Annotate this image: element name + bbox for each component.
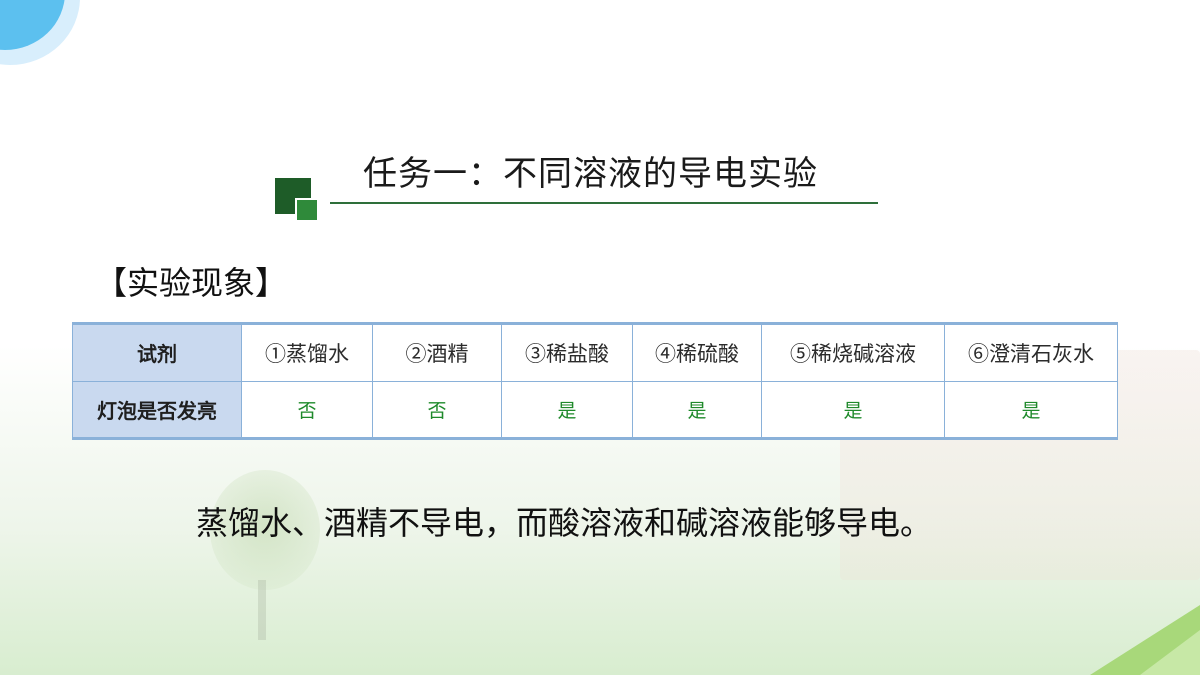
row-header-bulb-lit: 灯泡是否发亮 [72, 380, 242, 439]
title-block: 任务一：不同溶液的导电实验 [275, 140, 885, 230]
slide-title: 任务一：不同溶液的导电实验 [363, 154, 818, 194]
corner-decoration-bottom-right-light [1140, 630, 1200, 675]
reagent-cell: ②酒精 [372, 323, 502, 382]
result-cell: 是 [944, 380, 1118, 439]
reagent-cell: ④稀硫酸 [632, 323, 762, 382]
conclusion-text: 蒸馏水、酒精不导电，而酸溶液和碱溶液能够导电。 [196, 504, 933, 542]
result-cell: 否 [241, 380, 373, 439]
result-cell: 是 [632, 380, 762, 439]
experiment-table: 试剂 ①蒸馏水 ②酒精 ③稀盐酸 ④稀硫酸 ⑤稀烧碱溶液 ⑥澄清石灰水 灯泡是否… [72, 322, 1118, 440]
reagent-cell: ③稀盐酸 [501, 323, 633, 382]
result-cell: 是 [761, 380, 945, 439]
reagent-cell: ⑤稀烧碱溶液 [761, 323, 945, 382]
title-square-small-icon [295, 198, 319, 222]
reagent-cell: ⑥澄清石灰水 [944, 323, 1118, 382]
background-tree-trunk [258, 580, 266, 640]
table-row-reagents: 试剂 ①蒸馏水 ②酒精 ③稀盐酸 ④稀硫酸 ⑤稀烧碱溶液 ⑥澄清石灰水 [72, 323, 1118, 382]
section-label: 【实验现象】 [95, 264, 288, 302]
result-cell: 是 [501, 380, 633, 439]
reagent-cell: ①蒸馏水 [241, 323, 373, 382]
table-row-results: 灯泡是否发亮 否 否 是 是 是 是 [72, 380, 1118, 439]
title-underline [330, 202, 878, 204]
row-header-reagent: 试剂 [72, 323, 242, 382]
result-cell: 否 [372, 380, 502, 439]
